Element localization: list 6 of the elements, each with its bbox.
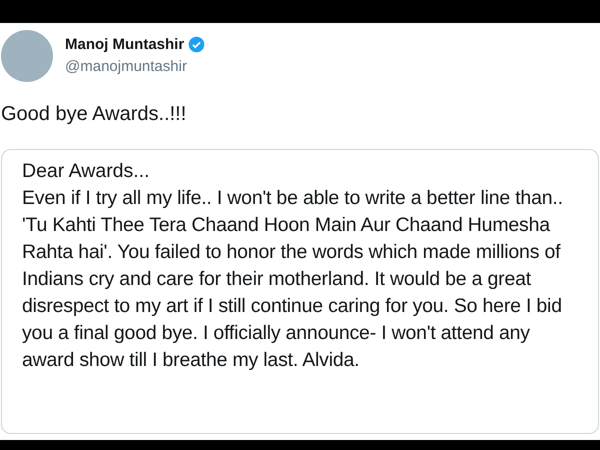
note-body: Even if I try all my life.. I won't be able to write a better line than.. 'Tu Kahti Thee Tera Chaand Hoon Main Aur Chaand Humesha Rahta hai'. You failed to honor the words which made millions of Indians cry and care for their motherland. It would be a great disrespect to my art if I still continue caring for you. So here I bid you a final good bye. I officially announce- I won't attend any award show till I breathe my last. Alvida. <box>22 186 564 373</box>
author-handle: @manojmuntashir <box>65 57 188 77</box>
note-salutation: Dear Awards... <box>22 159 151 184</box>
author-name: Manoj Muntashir <box>65 34 184 54</box>
avatar-placeholder <box>1 30 53 82</box>
tweet-text: Good bye Awards..!!! <box>0 102 188 127</box>
